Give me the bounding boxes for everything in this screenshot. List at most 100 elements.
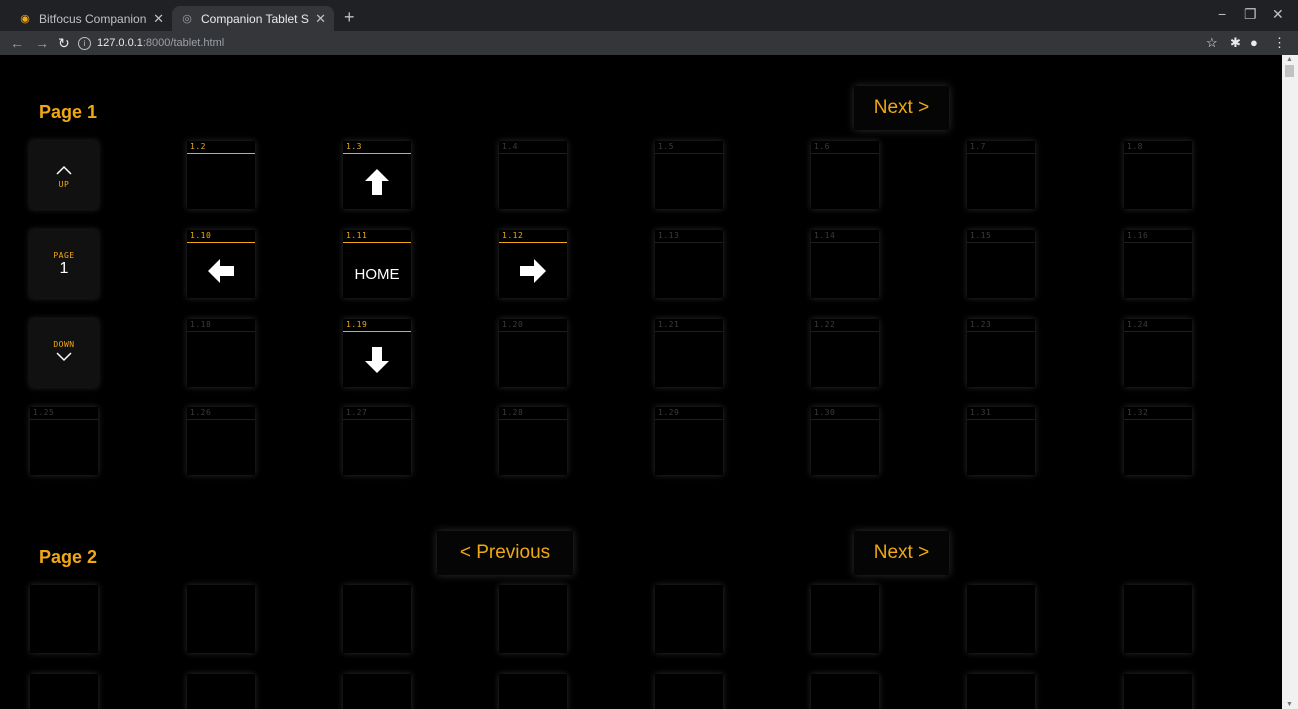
companion-button[interactable]: 1.28 [499, 407, 567, 475]
companion-button[interactable] [499, 585, 567, 653]
companion-button[interactable] [811, 674, 879, 709]
back-icon[interactable]: ← [10, 34, 24, 52]
reload-icon[interactable]: ↻ [58, 34, 70, 52]
button-code: 1.6 [811, 141, 879, 154]
tab-tablet-surface[interactable]: ◎ Companion Tablet Surface ✕ [172, 6, 334, 31]
companion-button[interactable] [967, 674, 1035, 709]
scrollbar-thumb[interactable] [1285, 65, 1294, 77]
companion-button[interactable] [343, 674, 411, 709]
tab-companion-admin[interactable]: ◉ Bitfocus Companion - Admin ✕ [10, 6, 172, 31]
tab-title: Companion Tablet Surface [201, 11, 309, 26]
button-code: 1.31 [967, 407, 1035, 420]
button-code: 1.14 [811, 230, 879, 243]
new-tab-icon[interactable]: + [344, 8, 355, 26]
page-control-button[interactable]: PAGE 1 [30, 230, 98, 298]
browser-titlebar: ◉ Bitfocus Companion - Admin ✕ ◎ Compani… [0, 0, 1298, 31]
close-icon[interactable]: ✕ [153, 11, 164, 27]
page-2-previous-button[interactable]: < Previous [437, 531, 573, 575]
button-code: 1.30 [811, 407, 879, 420]
bookmark-star-icon[interactable]: ☆ [1206, 36, 1218, 50]
close-icon[interactable]: ✕ [315, 11, 326, 27]
scroll-down-icon[interactable]: ▼ [1286, 701, 1293, 708]
companion-button[interactable]: 1.13 [655, 230, 723, 298]
companion-button[interactable]: 1.2 [187, 141, 255, 209]
companion-button[interactable] [1124, 585, 1192, 653]
chevron-up-icon [56, 162, 72, 180]
companion-button[interactable]: 1.18 [187, 319, 255, 387]
scrollbar[interactable]: ▲ ▼ [1282, 55, 1298, 709]
companion-button[interactable]: 1.19 [343, 319, 411, 387]
up-control-button[interactable]: UP [30, 141, 98, 209]
scroll-up-icon[interactable]: ▲ [1286, 56, 1293, 63]
companion-button[interactable]: 1.5 [655, 141, 723, 209]
info-icon[interactable]: i [78, 36, 91, 50]
button-code: 1.23 [967, 319, 1035, 332]
companion-button[interactable] [30, 585, 98, 653]
page-number: 1 [59, 259, 69, 277]
arrow-down-icon [343, 333, 411, 387]
companion-button[interactable] [30, 674, 98, 709]
companion-button[interactable] [967, 585, 1035, 653]
companion-button[interactable]: 1.14 [811, 230, 879, 298]
companion-button[interactable]: 1.12 [499, 230, 567, 298]
extension-icon[interactable]: ✱ [1230, 36, 1241, 50]
companion-button[interactable]: 1.15 [967, 230, 1035, 298]
minimize-icon[interactable]: − [1218, 6, 1226, 22]
page-label: PAGE [53, 250, 75, 260]
address-bar[interactable]: i 127.0.0.1:8000/tablet.html [78, 34, 1193, 52]
companion-button[interactable]: 1.11 HOME [343, 230, 411, 298]
companion-button[interactable] [187, 674, 255, 709]
companion-button[interactable] [811, 585, 879, 653]
companion-button[interactable]: 1.16 [1124, 230, 1192, 298]
button-code: 1.15 [967, 230, 1035, 243]
companion-button[interactable]: 1.25 [30, 407, 98, 475]
button-code: 1.24 [1124, 319, 1192, 332]
companion-button[interactable]: 1.6 [811, 141, 879, 209]
companion-button[interactable]: 1.8 [1124, 141, 1192, 209]
companion-button[interactable]: 1.10 [187, 230, 255, 298]
button-code: 1.13 [655, 230, 723, 243]
companion-button[interactable] [1124, 674, 1192, 709]
button-code: 1.10 [187, 230, 255, 243]
restore-icon[interactable]: ❐ [1244, 6, 1257, 23]
companion-button[interactable] [499, 674, 567, 709]
companion-button[interactable]: 1.23 [967, 319, 1035, 387]
window-close-icon[interactable]: ✕ [1272, 6, 1284, 23]
down-control-button[interactable]: DOWN [30, 319, 98, 387]
button-code: 1.19 [343, 319, 411, 332]
button-code: 1.28 [499, 407, 567, 420]
down-label: DOWN [53, 339, 75, 349]
companion-button[interactable]: 1.7 [967, 141, 1035, 209]
arrow-left-icon [187, 244, 255, 298]
companion-button[interactable]: 1.20 [499, 319, 567, 387]
forward-icon[interactable]: → [35, 34, 49, 52]
companion-button[interactable]: 1.32 [1124, 407, 1192, 475]
companion-button[interactable]: 1.3 [343, 141, 411, 209]
tablet-surface: Page 1 Next > UP 1.2 1.3 1.4 1.5 1.6 1.7 1.8 PAG… [0, 55, 1282, 709]
companion-button[interactable] [655, 585, 723, 653]
companion-button[interactable]: 1.31 [967, 407, 1035, 475]
companion-button[interactable]: 1.26 [187, 407, 255, 475]
companion-button[interactable] [187, 585, 255, 653]
companion-button[interactable]: 1.4 [499, 141, 567, 209]
chevron-down-icon [56, 349, 72, 367]
button-code: 1.29 [655, 407, 723, 420]
companion-button[interactable]: 1.27 [343, 407, 411, 475]
companion-button[interactable]: 1.21 [655, 319, 723, 387]
up-label: UP [58, 179, 70, 189]
companion-button[interactable] [655, 674, 723, 709]
companion-button[interactable]: 1.24 [1124, 319, 1192, 387]
page-1-next-button[interactable]: Next > [854, 86, 949, 130]
companion-button[interactable]: 1.22 [811, 319, 879, 387]
button-code: 1.16 [1124, 230, 1192, 243]
page-2-next-button[interactable]: Next > [854, 531, 949, 575]
button-code: 1.5 [655, 141, 723, 154]
menu-icon[interactable]: ⋮ [1273, 36, 1286, 50]
companion-button[interactable]: 1.29 [655, 407, 723, 475]
profile-icon[interactable]: ● [1250, 36, 1258, 50]
companion-button[interactable] [343, 585, 411, 653]
button-code: 1.4 [499, 141, 567, 154]
up-control: UP [30, 141, 98, 209]
companion-button[interactable]: 1.30 [811, 407, 879, 475]
button-code: 1.21 [655, 319, 723, 332]
